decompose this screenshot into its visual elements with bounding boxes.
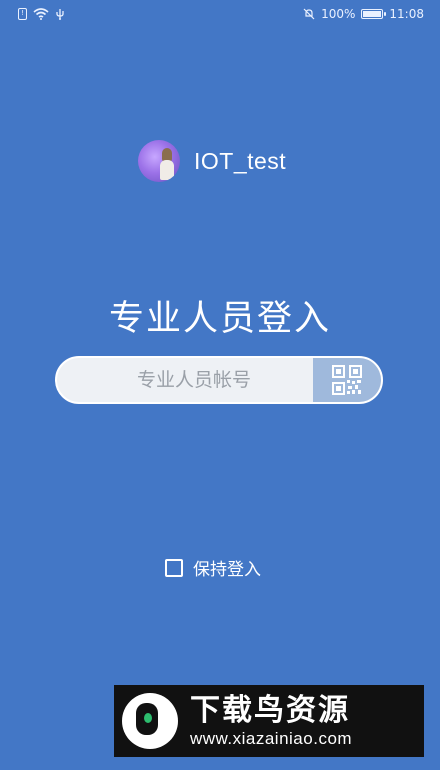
app-brand: IOT_test (138, 140, 286, 182)
account-field-container (55, 356, 383, 404)
battery-percent: 100% (321, 7, 356, 21)
watermark-title: 下载鸟资源 (190, 693, 350, 728)
status-right: 100% 11:08 (303, 7, 424, 21)
status-bar: ! 100% 11:08 (0, 0, 440, 30)
battery-icon (361, 9, 387, 19)
watermark-bird-logo (122, 693, 178, 749)
qr-code-icon (332, 365, 362, 395)
page-title: 专业人员登入 (108, 299, 331, 339)
account-input[interactable] (57, 358, 313, 402)
sim-alert-icon: ! (18, 8, 27, 20)
status-left: ! (18, 8, 65, 20)
remember-label: 保持登入 (193, 560, 261, 580)
clock: 11:08 (389, 7, 424, 21)
watermark-banner: 下载鸟资源 www.xiazainiao.com (114, 685, 424, 757)
watermark-url: www.xiazainiao.com (190, 729, 353, 748)
remember-login-toggle[interactable]: 保持登入 (165, 555, 261, 580)
wifi-icon (33, 8, 49, 20)
app-name: IOT_test (194, 147, 287, 174)
watermark-text: 下载鸟资源 www.xiazainiao.com (190, 693, 352, 749)
remember-checkbox[interactable] (165, 558, 183, 577)
app-avatar (138, 140, 180, 182)
bell-off-icon (303, 8, 315, 20)
usb-icon (56, 9, 64, 20)
scan-qr-button[interactable] (313, 358, 381, 402)
